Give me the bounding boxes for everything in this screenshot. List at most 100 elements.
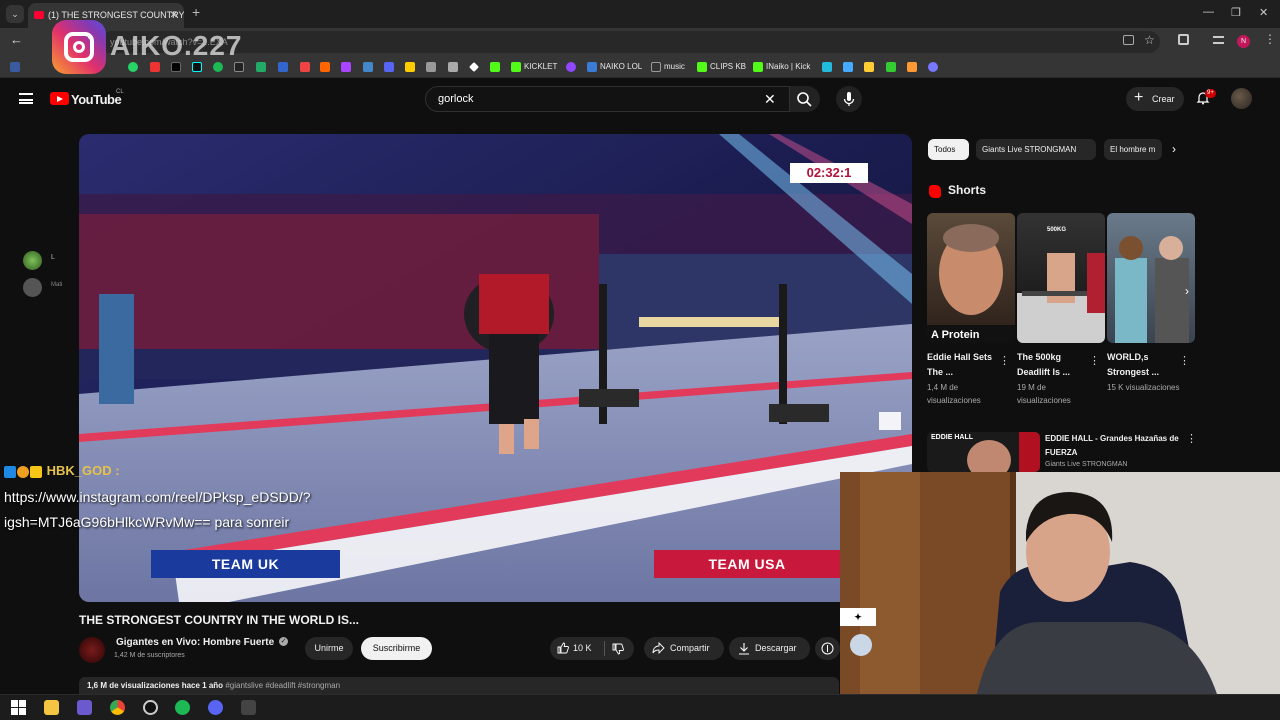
file-explorer-icon[interactable] — [44, 700, 59, 715]
steam-icon[interactable] — [234, 62, 244, 72]
more-options-icon[interactable]: ⋮ — [1179, 354, 1190, 367]
profile-icon[interactable]: N — [1237, 35, 1250, 48]
subscriber-count: 1,42 M de suscriptores — [114, 652, 185, 659]
bookmark-icon[interactable] — [928, 62, 938, 72]
account-avatar[interactable] — [1231, 88, 1252, 109]
bookmark-icon[interactable] — [363, 62, 373, 72]
calculator-icon[interactable] — [241, 700, 256, 715]
recommended-thumbnail[interactable]: EDDIE HALL — [927, 432, 1040, 472]
bookmark-clips-kb[interactable]: CLIPS KB — [697, 60, 746, 74]
apps-grid-icon[interactable] — [10, 62, 20, 72]
browser-tab-active[interactable]: (1) THE STRONGEST COUNTRY ✕ — [28, 3, 184, 28]
bookmark-icon[interactable] — [907, 62, 917, 72]
search-button[interactable] — [790, 86, 820, 112]
bookmark-icon[interactable] — [426, 62, 436, 72]
back-arrow-icon[interactable]: ← — [10, 32, 23, 47]
windows-start-icon[interactable] — [11, 700, 26, 715]
bookmark-icon[interactable] — [256, 62, 266, 72]
tab-close-icon[interactable]: ✕ — [170, 3, 178, 28]
short-thumbnail[interactable] — [1107, 213, 1195, 343]
bookmark-naiko-lol-label[interactable]: NAIKO LOL — [587, 60, 642, 74]
bookmark-icon[interactable] — [384, 62, 394, 72]
bookmark-icon[interactable] — [864, 62, 874, 72]
share-button[interactable]: Compartir — [644, 637, 724, 660]
short-thumbnail[interactable]: 500KG — [1017, 213, 1105, 343]
bookmark-star-icon[interactable]: ☆ — [1144, 33, 1155, 47]
bookmark-icon[interactable] — [150, 62, 160, 72]
viewer-name: L — [51, 254, 55, 261]
short-title[interactable]: WORLD,s Strongest ... — [1107, 350, 1181, 380]
bookmark-icon[interactable] — [843, 62, 853, 72]
bookmark-icon[interactable] — [320, 62, 330, 72]
new-tab-button[interactable]: + — [192, 4, 200, 20]
more-options-icon[interactable]: ⋮ — [1089, 354, 1100, 367]
join-button[interactable]: Unirme — [305, 637, 353, 660]
short-thumbnail[interactable]: A Protein — [927, 213, 1015, 343]
voice-search-button[interactable] — [836, 86, 862, 112]
bookmark-icon[interactable] — [300, 62, 310, 72]
discord-icon[interactable] — [208, 700, 223, 715]
bookmark-naiko-lol[interactable] — [566, 60, 579, 74]
bookmark-icon[interactable] — [405, 62, 415, 72]
chevron-right-icon[interactable]: › — [1172, 142, 1176, 156]
media-controls-icon[interactable] — [1213, 36, 1224, 44]
chip-todos[interactable]: Todos — [928, 139, 969, 160]
search-input[interactable]: gorlock — [425, 86, 790, 112]
short-title[interactable]: The 500kg Deadlift Is ... — [1017, 350, 1091, 380]
bookmark-kicklet[interactable]: KICKLET — [511, 60, 557, 74]
subscribe-button[interactable]: Suscribirme — [361, 637, 432, 660]
more-options-icon[interactable]: ⋮ — [999, 354, 1010, 367]
bookmark-icon[interactable] — [448, 62, 458, 72]
taskbar-app-icon[interactable] — [77, 700, 92, 715]
bookmark-icon[interactable] — [822, 62, 832, 72]
tiktok-icon[interactable] — [192, 62, 202, 72]
country-code: CL — [116, 89, 124, 95]
channel-name[interactable]: Gigantes en Vivo: Hombre Fuerte — [116, 637, 274, 648]
thumbs-down-icon[interactable] — [612, 643, 624, 655]
recommended-channel[interactable]: Giants Live STRONGMAN — [1045, 461, 1127, 468]
channel-avatar[interactable] — [79, 637, 105, 663]
chip-el-hombre[interactable]: El hombre m — [1104, 139, 1162, 160]
thanks-button[interactable] — [815, 637, 840, 660]
chip-giants-live[interactable]: Giants Live STRONGMAN — [976, 139, 1096, 160]
bookmark-icon[interactable] — [469, 62, 479, 72]
youtube-logo-icon[interactable] — [50, 92, 69, 105]
bookmark-icon[interactable] — [886, 62, 896, 72]
bookmark-music[interactable]: music — [651, 60, 685, 74]
bookmark-icon — [566, 61, 576, 72]
extensions-icon[interactable] — [1178, 34, 1189, 45]
download-button[interactable]: Descargar — [729, 637, 810, 660]
view-count: 1,6 M de visualizaciones — [87, 681, 180, 690]
obs-icon[interactable] — [143, 700, 158, 715]
cast-icon[interactable] — [1123, 35, 1134, 45]
menu-icon[interactable] — [19, 93, 33, 104]
bookmark-icon[interactable] — [278, 62, 288, 72]
browser-menu-icon[interactable]: ⋮ — [1264, 32, 1276, 46]
clear-search-icon[interactable]: ✕ — [764, 91, 776, 108]
instagram-handle: AIKO.227 — [110, 30, 243, 61]
minimize-icon[interactable]: — — [1203, 6, 1214, 18]
whatsapp-icon[interactable] — [128, 62, 138, 72]
recommended-title[interactable]: EDDIE HALL - Grandes Hazañas de FUERZA — [1045, 432, 1185, 460]
youtube-logo-text[interactable]: YouTube — [71, 92, 122, 107]
chevron-right-icon[interactable]: › — [1185, 284, 1189, 298]
viewer-avatar[interactable] — [23, 278, 42, 297]
short-title[interactable]: Eddie Hall Sets The ... — [927, 350, 1001, 380]
restore-icon[interactable]: ❐ — [1231, 6, 1241, 19]
tab-search-button[interactable]: ⌄ — [6, 5, 24, 23]
more-options-icon[interactable]: ⋮ — [1186, 432, 1197, 445]
close-window-icon[interactable]: ✕ — [1259, 6, 1268, 19]
url-field[interactable]: youtube.com/watch?v=...EXA — [100, 31, 1160, 53]
chrome-icon[interactable] — [110, 700, 125, 715]
create-button[interactable]: Crear — [1126, 86, 1184, 111]
viewer-avatar[interactable] — [23, 251, 42, 270]
hashtags[interactable]: #giantslive #deadlift #strongman — [225, 681, 340, 690]
bookmark-icon[interactable] — [341, 62, 351, 72]
kick-icon[interactable] — [490, 62, 500, 72]
x-icon[interactable] — [171, 62, 181, 72]
spotify-icon[interactable] — [213, 62, 223, 72]
bookmark-inaiko-kick[interactable]: INaiko | Kick — [753, 60, 810, 74]
spotify-icon[interactable] — [175, 700, 190, 715]
short-thumb-caption: 500KG — [1047, 227, 1067, 233]
verified-check-icon: ✓ — [279, 637, 288, 646]
